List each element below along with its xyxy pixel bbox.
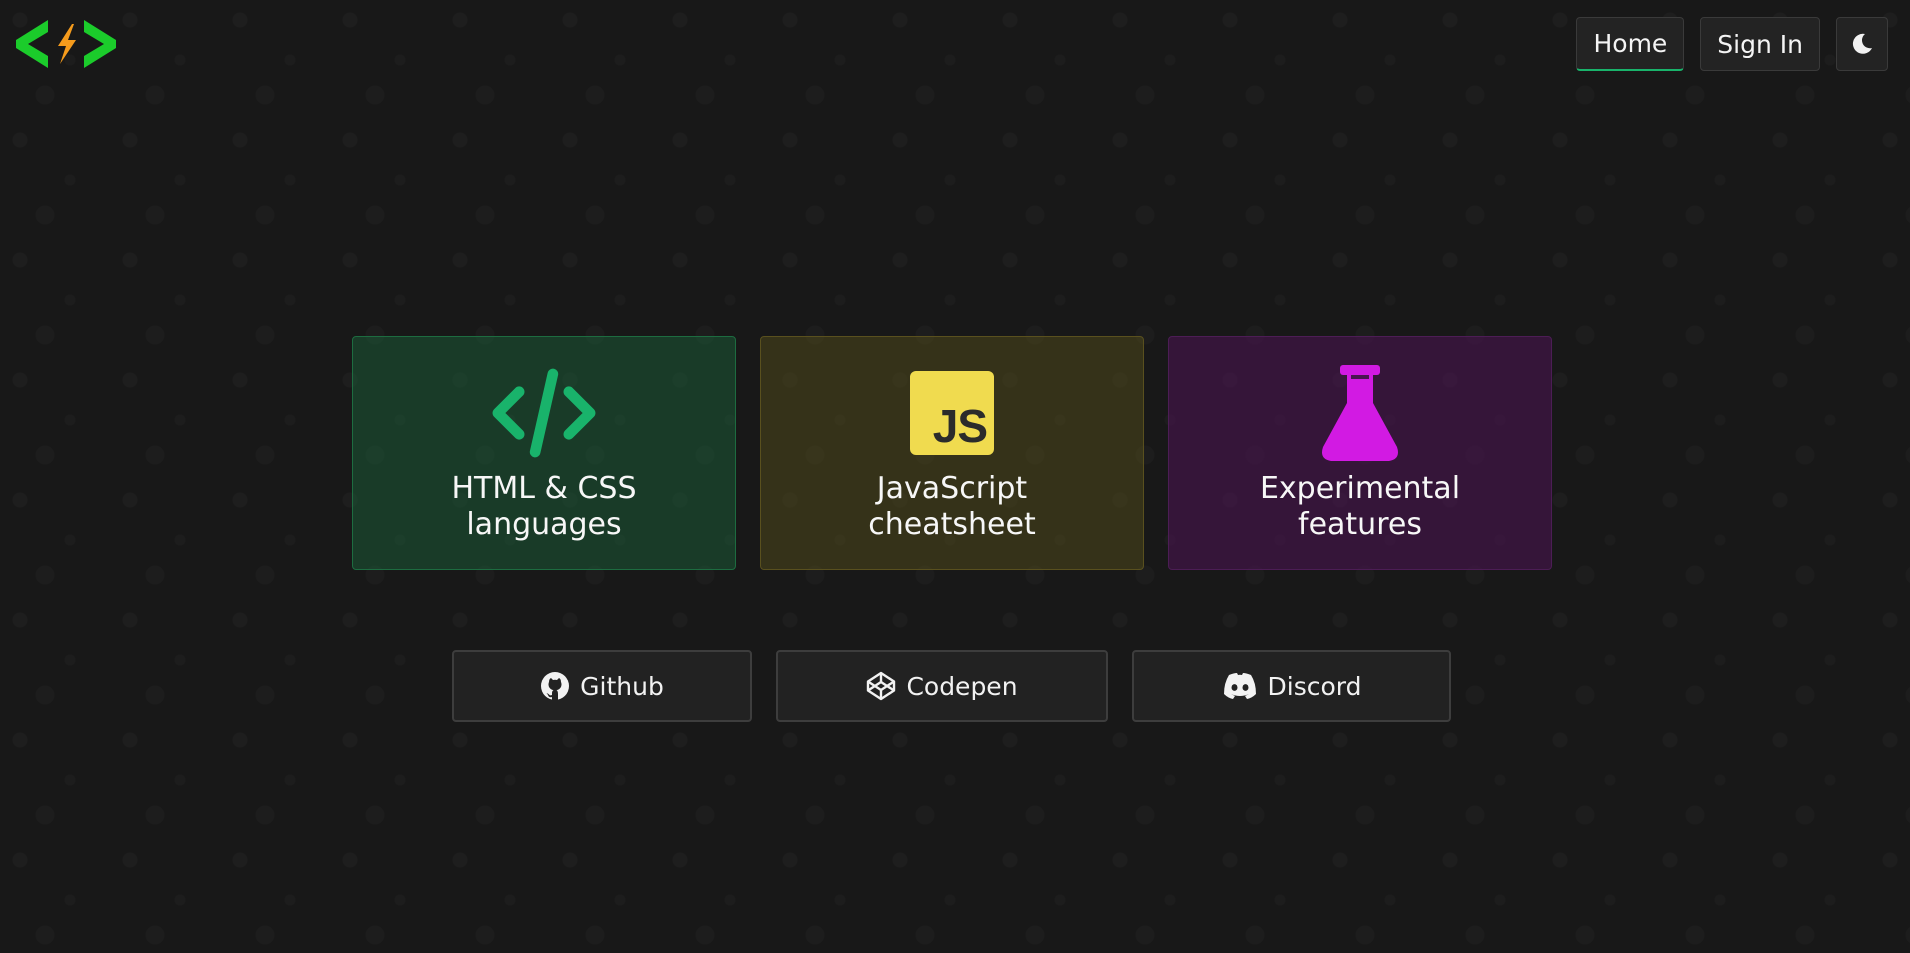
github-link[interactable]: Github xyxy=(452,650,752,722)
code-bolt-logo-icon xyxy=(16,20,116,68)
moon-icon xyxy=(1852,33,1872,54)
github-label: Github xyxy=(580,671,664,701)
card-title: JavaScript cheatsheet xyxy=(868,471,1036,542)
logo[interactable] xyxy=(14,18,118,70)
experimental-card[interactable]: Experimental features xyxy=(1168,336,1552,570)
js-icon: JS xyxy=(910,371,994,455)
discord-label: Discord xyxy=(1267,671,1362,701)
sign-in-button[interactable]: Sign In xyxy=(1700,17,1820,71)
home-button[interactable]: Home xyxy=(1576,17,1685,71)
discord-link[interactable]: Discord xyxy=(1132,650,1451,722)
flask-icon xyxy=(1305,363,1415,463)
social-links: Github Codepen Discord xyxy=(452,650,1451,722)
topic-cards: HTML & CSS languages JS JavaScript cheat… xyxy=(352,336,1552,570)
github-icon xyxy=(540,671,570,701)
card-title: HTML & CSS languages xyxy=(451,471,637,542)
codepen-link[interactable]: Codepen xyxy=(776,650,1108,722)
card-title: Experimental features xyxy=(1259,471,1461,542)
html-css-card[interactable]: HTML & CSS languages xyxy=(352,336,736,570)
top-nav: Home Sign In xyxy=(1576,17,1888,71)
javascript-card[interactable]: JS JavaScript cheatsheet xyxy=(760,336,1144,570)
code-icon xyxy=(489,363,599,463)
discord-icon xyxy=(1222,671,1258,701)
js-icon-text: JS xyxy=(932,400,988,452)
codepen-label: Codepen xyxy=(906,671,1018,701)
codepen-icon xyxy=(866,671,896,701)
theme-toggle-button[interactable] xyxy=(1836,17,1888,71)
